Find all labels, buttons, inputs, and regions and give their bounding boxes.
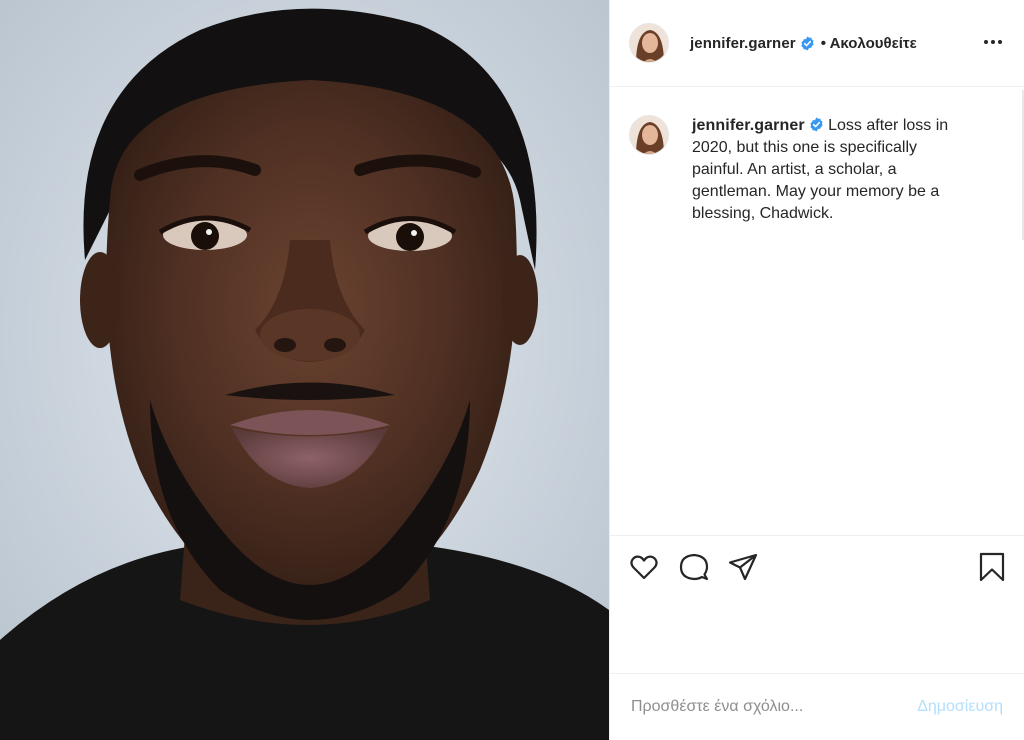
author-avatar[interactable] <box>629 23 669 63</box>
post-side-panel: jennifer.garner • Ακολουθείτε jennifer.g… <box>609 0 1024 740</box>
caption-avatar[interactable] <box>629 115 669 155</box>
post-header: jennifer.garner • Ακολουθείτε <box>610 0 1024 87</box>
portrait-image <box>0 0 609 740</box>
comment-icon[interactable] <box>678 551 710 583</box>
following-status[interactable]: • Ακολουθείτε <box>821 35 917 52</box>
post-actions-bar <box>610 535 1024 673</box>
author-username[interactable]: jennifer.garner <box>690 35 796 52</box>
verified-badge-icon <box>801 35 814 51</box>
share-icon[interactable] <box>727 551 759 583</box>
comment-input[interactable] <box>631 698 881 716</box>
post-photo[interactable] <box>0 0 609 740</box>
post-comment-button[interactable]: Δημοσίευση <box>917 698 1003 716</box>
caption-text-block: jennifer.garner Loss after loss in 2020,… <box>692 115 972 225</box>
add-comment-bar: Δημοσίευση <box>610 673 1024 740</box>
bookmark-icon[interactable] <box>976 551 1008 583</box>
verified-badge-icon <box>810 117 823 132</box>
more-options-icon[interactable] <box>983 32 1003 52</box>
heart-icon[interactable] <box>628 551 660 583</box>
caption-username[interactable]: jennifer.garner <box>692 117 805 134</box>
post-caption: jennifer.garner Loss after loss in 2020,… <box>629 115 1004 225</box>
